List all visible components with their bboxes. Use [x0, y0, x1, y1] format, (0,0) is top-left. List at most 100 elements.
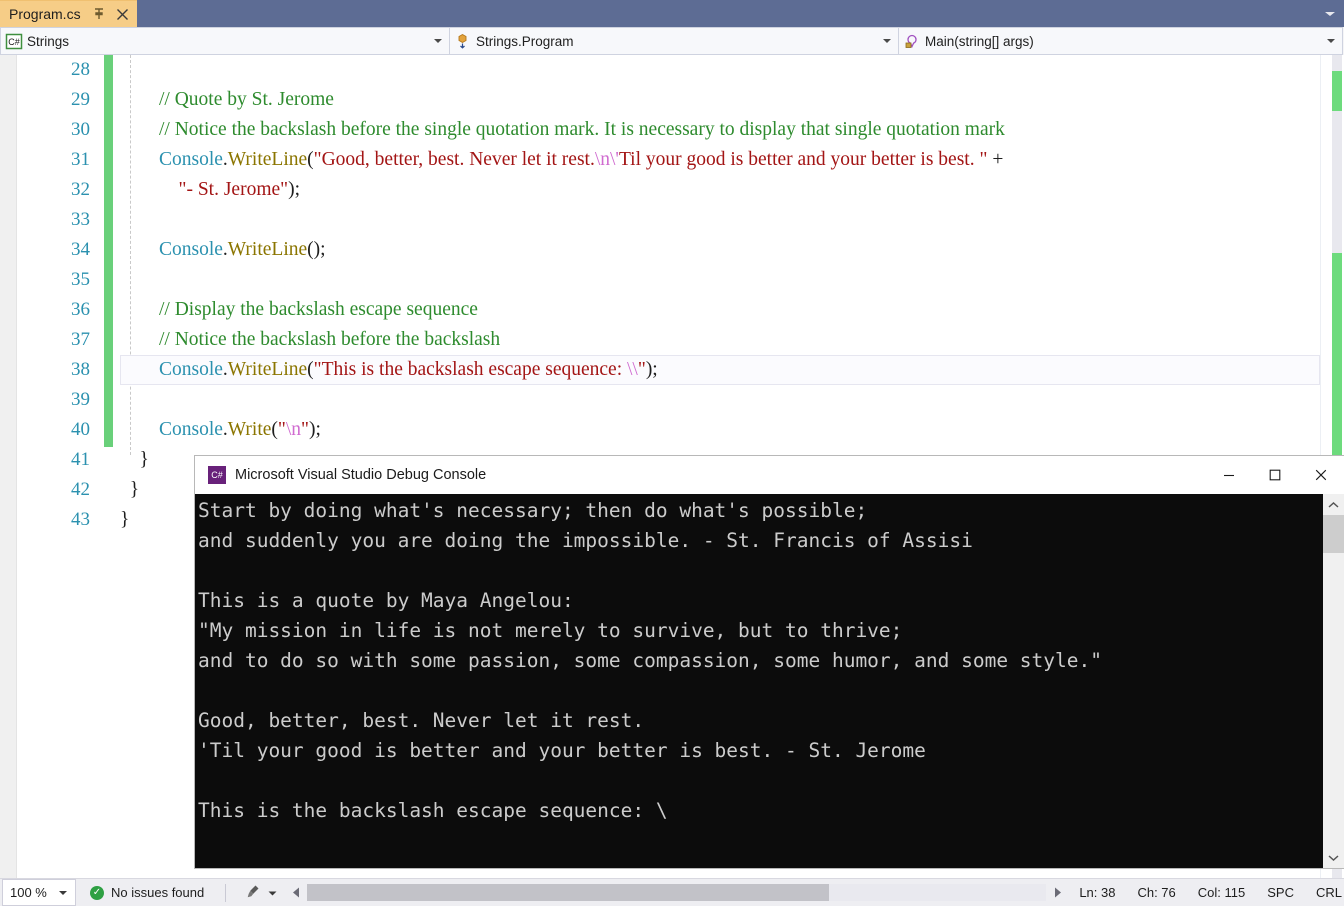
code-token: ); [645, 359, 658, 380]
chevron-down-icon[interactable] [1322, 7, 1338, 21]
window-buttons [1206, 456, 1344, 494]
navbar-member-dropdown[interactable]: Main(string[] args) [898, 27, 1343, 55]
method-private-icon [903, 33, 922, 50]
tab-label: Program.cs [9, 6, 81, 22]
brush-icon[interactable] [244, 883, 262, 903]
brush-dropdown[interactable] [236, 883, 285, 903]
console-scrollbar[interactable] [1323, 494, 1344, 868]
code-line[interactable]: Console.WriteLine("Good, better, best. N… [120, 145, 1320, 175]
zoom-level-value: 100 % [10, 885, 47, 900]
code-token: WriteLine [227, 239, 308, 260]
code-token: ); [288, 179, 301, 200]
vs-console-icon: C# [208, 466, 226, 484]
chevron-up-icon[interactable] [1323, 494, 1344, 515]
console-title-bar[interactable]: C# Microsoft Visual Studio Debug Console [195, 456, 1344, 494]
line-number: 29 [71, 89, 90, 110]
code-token: + [987, 149, 1009, 170]
line-number: 32 [71, 179, 90, 200]
scrollbar-thumb[interactable] [1323, 515, 1344, 553]
line-number: 39 [71, 389, 90, 410]
chevron-down-icon[interactable] [268, 885, 277, 900]
navbar-member-label: Main(string[] args) [925, 33, 1034, 49]
code-line[interactable] [120, 55, 1320, 85]
scrollbar-track[interactable] [307, 884, 1047, 901]
chevron-down-icon[interactable] [59, 891, 67, 895]
code-token: "- St. Jerome" [178, 179, 289, 200]
code-token: Console [159, 359, 223, 380]
zoom-level-dropdown[interactable]: 100 % [2, 879, 76, 906]
code-token: Write [227, 419, 272, 440]
issues-status[interactable]: ✓ No issues found [76, 885, 215, 900]
navbar-project-label: Strings [27, 33, 70, 49]
code-token: WriteLine [227, 149, 308, 170]
status-char: Ch: 76 [1137, 885, 1176, 900]
line-number: 42 [71, 479, 90, 500]
code-line[interactable]: // Notice the backslash before the backs… [120, 325, 1320, 355]
close-icon[interactable] [115, 7, 130, 22]
line-number-gutter: 28 29 30 31 32 33 34 35 36 37 38 39 40 41 42 43 [0, 55, 98, 878]
code-line[interactable]: "- St. Jerome"); [120, 175, 1320, 205]
maximize-icon[interactable] [1252, 456, 1298, 494]
code-token: // Quote by St. Jerome [159, 89, 334, 110]
tab-program-cs[interactable]: Program.cs [0, 0, 137, 27]
scroll-map-marker [1332, 71, 1342, 111]
navigation-bar: C# Strings Strings.Program Main(string[]… [0, 27, 1344, 55]
console-title-text: Microsoft Visual Studio Debug Console [235, 467, 487, 483]
code-token: Console [159, 239, 223, 260]
code-token: // Display the backslash escape sequence [159, 299, 478, 320]
status-col: Col: 115 [1197, 885, 1246, 900]
editor-horizontal-scrollbar[interactable] [285, 883, 1068, 903]
navbar-class-label: Strings.Program [476, 33, 574, 49]
line-number: 40 [71, 419, 90, 440]
line-number: 33 [71, 209, 90, 230]
status-eol[interactable]: CRL [1305, 885, 1344, 900]
code-token: \n [594, 149, 610, 170]
code-line[interactable] [120, 205, 1320, 235]
chevron-down-icon[interactable] [883, 39, 891, 43]
visual-studio-window: Program.cs C# Strings Strings.Program Ma… [0, 0, 1344, 906]
code-token: Console [159, 419, 223, 440]
line-number: 28 [71, 59, 90, 80]
close-icon[interactable] [1298, 456, 1344, 494]
line-number: 35 [71, 269, 90, 290]
status-spaces[interactable]: SPC [1256, 885, 1305, 900]
code-token: "This is the backslash escape sequence: [313, 359, 627, 380]
code-line[interactable]: Console.WriteLine("This is the backslash… [120, 355, 1320, 385]
code-token: ); [309, 419, 321, 440]
code-line[interactable]: // Quote by St. Jerome [120, 85, 1320, 115]
line-number: 30 [71, 119, 90, 140]
triangle-left-icon[interactable] [285, 887, 307, 898]
chevron-down-icon[interactable] [1323, 847, 1344, 868]
code-line[interactable] [120, 385, 1320, 415]
code-line[interactable] [120, 265, 1320, 295]
code-line[interactable]: // Notice the backslash before the singl… [120, 115, 1320, 145]
chevron-down-icon[interactable] [434, 39, 442, 43]
class-icon [454, 33, 473, 50]
code-line[interactable]: Console.WriteLine(); [120, 235, 1320, 265]
scrollbar-thumb[interactable] [307, 884, 830, 901]
pin-icon[interactable] [92, 6, 106, 22]
debug-console-window[interactable]: C# Microsoft Visual Studio Debug Console… [195, 456, 1344, 868]
triangle-right-icon[interactable] [1046, 887, 1068, 898]
code-line[interactable]: // Display the backslash escape sequence [120, 295, 1320, 325]
issues-status-text: No issues found [111, 885, 205, 900]
code-token: // Notice the backslash before the singl… [159, 119, 1005, 140]
code-line[interactable]: Console.Write("\n"); [120, 415, 1320, 445]
navbar-class-dropdown[interactable]: Strings.Program [449, 27, 899, 55]
code-token: } [120, 479, 140, 500]
navbar-project-dropdown[interactable]: C# Strings [0, 27, 450, 55]
minimize-icon[interactable] [1206, 456, 1252, 494]
status-divider [225, 883, 227, 902]
code-token: " [277, 419, 286, 440]
status-bar: 100 % ✓ No issues found Ln: 38 Ch: 76 Co… [0, 878, 1344, 906]
csharp-project-icon: C# [5, 33, 24, 50]
console-output-area[interactable]: Start by doing what's necessary; then do… [195, 494, 1344, 868]
code-token: // Notice the backslash before the backs… [159, 329, 501, 350]
chevron-down-icon[interactable] [1327, 39, 1335, 43]
code-token: WriteLine [227, 359, 308, 380]
